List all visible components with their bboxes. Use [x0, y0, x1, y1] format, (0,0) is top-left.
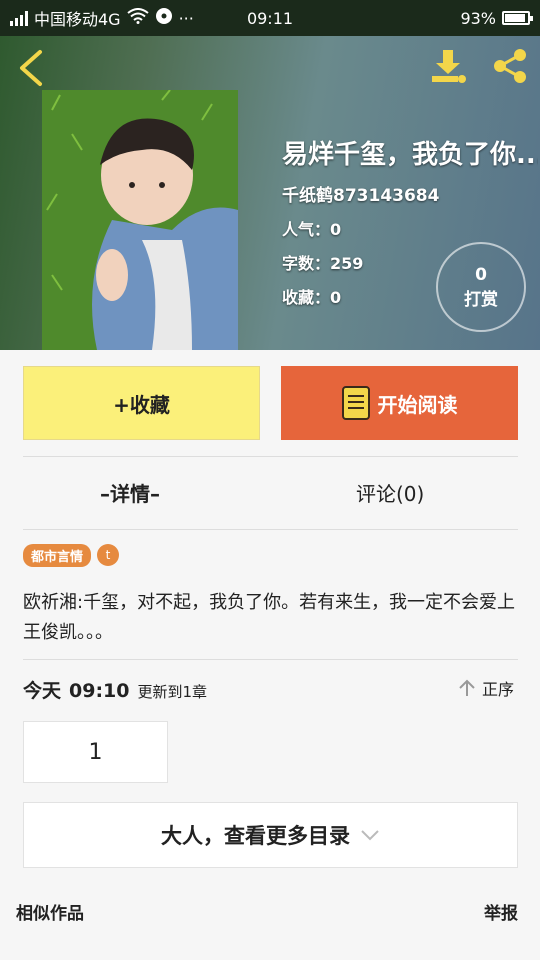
status-right: 93% [460, 8, 533, 28]
status-bar: 中国移动4G ··· 09:11 93% [0, 0, 540, 36]
status-left: 中国移动4G ··· [10, 6, 194, 30]
divider [23, 529, 518, 530]
battery-icon [502, 11, 533, 25]
share-icon [494, 49, 526, 83]
arrow-up-icon [459, 679, 475, 696]
back-arrow-icon [20, 50, 42, 86]
divider [23, 456, 518, 457]
download-button[interactable] [428, 46, 468, 86]
reward-label: 打赏 [464, 289, 498, 310]
book-title: 易烊千玺，我负了你... [282, 140, 538, 170]
update-day: 今天 [23, 680, 62, 702]
tag-list: 都市言情 t [23, 544, 120, 567]
wifi-icon [126, 8, 149, 28]
divider [23, 659, 518, 660]
chapter-item[interactable]: 1 [23, 721, 168, 783]
tag-badge: t [97, 544, 120, 566]
back-button[interactable] [14, 48, 50, 88]
sort-order-button[interactable]: 正序 [458, 676, 514, 700]
download-icon [432, 50, 466, 83]
tab-detail[interactable]: –详情– [100, 478, 160, 507]
sort-order-label: 正序 [482, 680, 515, 699]
book-cover[interactable] [42, 90, 238, 350]
reward-count: 0 [475, 264, 487, 285]
start-reading-button[interactable]: 开始阅读 [281, 366, 518, 440]
add-favorite-button[interactable]: +收藏 [23, 366, 260, 440]
update-time: 09:10 [69, 680, 130, 702]
book-description: 欧祈湘:千玺，对不起，我负了你。若有来生，我一定不会爱上王俊凯。。。 [23, 592, 516, 643]
carrier-label: 中国移动4G [34, 10, 121, 29]
genre-tag[interactable]: 都市言情 [23, 544, 92, 567]
battery-text: 93% [460, 8, 496, 28]
book-icon [341, 386, 370, 420]
more-notifications: ··· [178, 8, 194, 28]
share-button[interactable] [490, 46, 530, 86]
report-button[interactable]: 举报 [484, 899, 518, 924]
similar-works-heading: 相似作品 [16, 904, 84, 924]
reward-button[interactable]: 0 打赏 [436, 242, 526, 332]
signal-icon [10, 10, 28, 26]
more-chapters-button[interactable]: 大人，查看更多目录 [23, 802, 518, 868]
book-header: 易烊千玺，我负了你... 千纸鹤873143684 人气：0 字数：259 收藏… [0, 36, 540, 350]
book-author[interactable]: 千纸鹤873143684 [282, 181, 538, 206]
tab-comments[interactable]: 评论(0) [356, 478, 424, 507]
popularity-stat: 人气：0 [282, 220, 342, 239]
chevron-down-icon [361, 830, 379, 841]
start-reading-label: 开始阅读 [377, 392, 458, 417]
more-chapters-label: 大人，查看更多目录 [161, 824, 350, 848]
update-chapters: 更新到1章 [137, 683, 208, 701]
battery-fill [505, 14, 526, 22]
update-info: 今天 09:10 更新到1章 [23, 676, 207, 703]
disc-icon [155, 7, 173, 29]
cover-image [42, 90, 238, 350]
